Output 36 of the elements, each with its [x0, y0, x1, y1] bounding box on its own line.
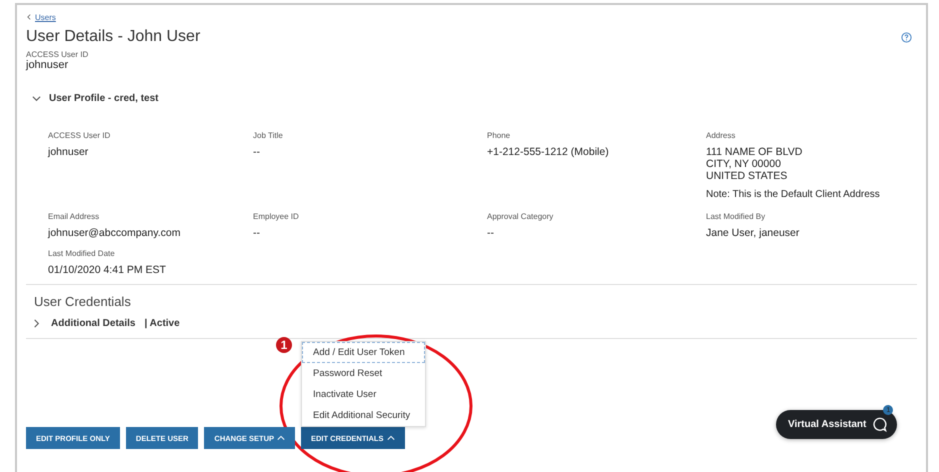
field-label: Phone [487, 131, 512, 140]
field-value: 111 NAME OF BLVD CITY, NY 00000 UNITED STATES [706, 146, 804, 182]
menu-item[interactable]: Inactivate User [302, 384, 426, 405]
field-value: +1-212-555-1212 (Mobile) [487, 146, 610, 158]
field-value: johnuser [48, 146, 90, 158]
field-value: johnuser@abccompany.com [48, 227, 182, 239]
field-label: Last Modified By [706, 212, 766, 221]
field-value: -- [487, 227, 495, 239]
menu-item[interactable]: Password Reset [302, 363, 426, 384]
callout-number: 1 [276, 337, 292, 353]
field-value: -- [253, 227, 261, 239]
page-title: User Details - John User [26, 28, 200, 46]
field-label: ACCESS User ID [48, 131, 112, 140]
menu-item[interactable]: Add / Edit User Token [302, 342, 426, 363]
field-label: Email Address [48, 212, 100, 221]
field-label: Last Modified Date [48, 249, 116, 258]
field-value: Jane User, janeuser [706, 227, 800, 239]
field-label: Job Title [253, 131, 284, 140]
credential-row[interactable]: Additional Details | Active [32, 318, 926, 329]
field-value: johnuser [26, 59, 70, 71]
chat-bubble-icon [872, 417, 888, 432]
section-toggle[interactable]: User Profile - cred, test [32, 93, 926, 104]
field-label: Employee ID [253, 212, 300, 221]
back-link[interactable]: Users [26, 12, 56, 22]
collapse-chevron-icon [32, 94, 41, 103]
field-label: Approval Category [487, 212, 554, 221]
field-value: 01/10/2020 4:41 PM EST [48, 264, 167, 276]
help-icon[interactable] [901, 32, 912, 42]
menu-item[interactable]: Edit Additional Security [302, 405, 426, 426]
field-value: -- [253, 146, 261, 158]
field-label: ACCESS User ID [26, 50, 90, 59]
field-label: Address [706, 131, 736, 140]
section-title: User Credentials [34, 294, 132, 309]
address-note: Note: This is the Default Client Address [706, 189, 881, 200]
back-chevron-icon [26, 14, 32, 20]
expand-chevron-icon [32, 319, 41, 328]
